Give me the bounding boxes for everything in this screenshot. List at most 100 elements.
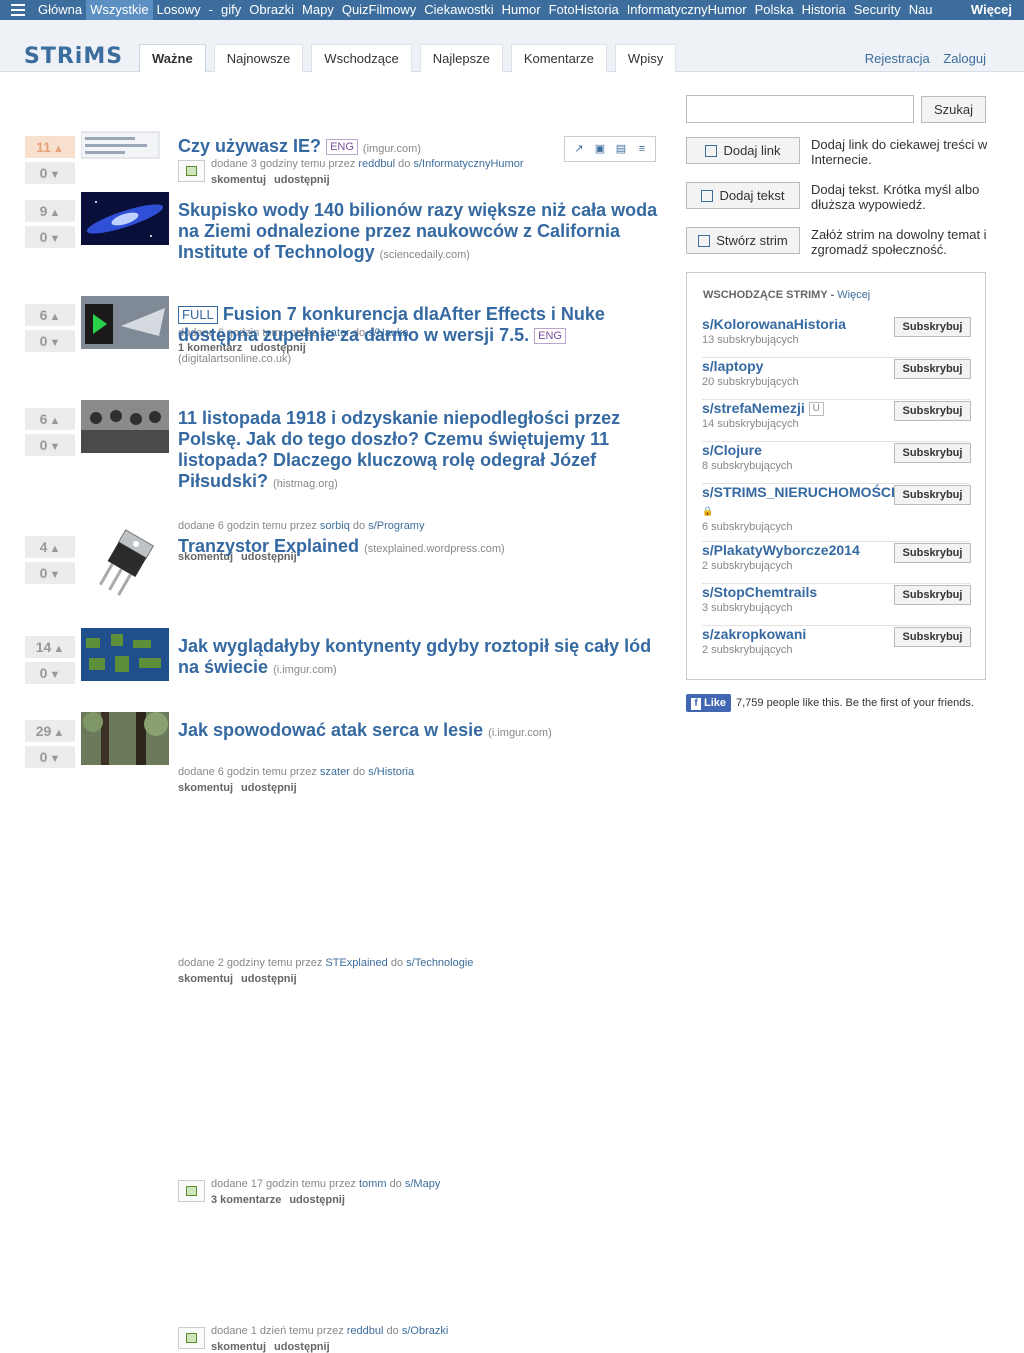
author-link[interactable]: tomm (359, 1178, 387, 1190)
comments-link[interactable]: skomentuj (178, 973, 233, 985)
post-title-link[interactable]: 11 listopada 1918 i odzyskanie niepodleg… (178, 408, 620, 491)
strim-name-link[interactable]: s/KolorowanaHistoria (702, 316, 882, 333)
post-thumbnail[interactable] (81, 400, 169, 453)
strim-name-link[interactable]: s/laptopy (702, 358, 882, 375)
strim-name-link[interactable]: s/StopChemtrails (702, 584, 882, 601)
top-nav-item[interactable]: Security (850, 0, 905, 20)
embed-toggle-button[interactable] (178, 1180, 205, 1202)
subscribe-button[interactable]: Subskrybuj (894, 627, 971, 647)
facebook-like-button[interactable]: f Like (686, 694, 732, 712)
post-thumbnail[interactable] (81, 192, 169, 245)
author-link[interactable]: STExplained (325, 957, 387, 969)
top-nav-item[interactable]: Nau (905, 0, 937, 20)
comments-link[interactable]: skomentuj (211, 174, 266, 186)
post-title-link[interactable]: Jak wyglądałyby kontynenty gdyby roztopi… (178, 636, 651, 677)
film-icon[interactable]: ▤ (615, 143, 627, 155)
top-nav-item[interactable]: InformatycznyHumor (623, 0, 751, 20)
subscribe-button[interactable]: Subskrybuj (894, 359, 971, 379)
author-link[interactable]: reddbul (358, 158, 395, 170)
subscribe-button[interactable]: Subskrybuj (894, 585, 971, 605)
post-title-link[interactable]: Czy używasz IE? (178, 136, 321, 156)
top-nav-item[interactable]: QuizFilmowy (338, 0, 420, 20)
embed-toggle-button[interactable] (178, 1327, 205, 1349)
post-thumbnail[interactable] (81, 528, 169, 598)
subscribe-button[interactable]: Subskrybuj (894, 443, 971, 463)
upvote-button[interactable]: 4 ▲ (25, 536, 75, 558)
subscribe-button[interactable]: Subskrybuj (894, 317, 971, 337)
tab-wpisy[interactable]: Wpisy (614, 44, 677, 72)
top-nav-item[interactable]: Ciekawostki (420, 0, 497, 20)
top-nav-more[interactable]: Więcej (958, 0, 1024, 20)
login-link[interactable]: Zaloguj (943, 51, 986, 66)
strim-name-link[interactable]: s/zakropkowani (702, 626, 882, 643)
external-link-icon[interactable]: ↗ (573, 143, 585, 155)
post-thumbnail[interactable] (81, 712, 169, 765)
add-text-button[interactable]: Dodaj tekst (686, 182, 800, 209)
share-link[interactable]: udostępnij (274, 1341, 330, 1353)
strim-link[interactable]: s/Mapy (405, 1178, 440, 1190)
author-link[interactable]: reddbul (347, 1325, 384, 1337)
top-nav-item[interactable]: gify (217, 0, 245, 20)
top-nav-item[interactable]: Obrazki (245, 0, 298, 20)
embed-toggle-button[interactable] (178, 160, 205, 182)
share-link[interactable]: udostępnij (241, 973, 297, 985)
tab-najnowsze[interactable]: Najnowsze (213, 44, 304, 72)
strim-name-link[interactable]: s/strefaNemezji U (702, 400, 882, 417)
site-logo[interactable]: STRiMS (24, 44, 123, 69)
text-icon[interactable]: ≡ (636, 143, 648, 155)
comments-link[interactable]: skomentuj (211, 1341, 266, 1353)
upvote-button[interactable]: 6 ▲ (25, 304, 75, 326)
search-button[interactable]: Szukaj (921, 96, 986, 123)
upvote-button[interactable]: 29 ▲ (25, 720, 75, 742)
share-link[interactable]: udostępnij (241, 782, 297, 794)
top-nav-item[interactable]: Historia (798, 0, 850, 20)
strim-link[interactable]: s/Obrazki (402, 1325, 448, 1337)
downvote-button[interactable]: 0 ▼ (25, 662, 75, 684)
post-title-link[interactable]: Tranzystor Explained (178, 536, 359, 556)
comments-link[interactable]: 3 komentarze (211, 1194, 281, 1206)
tab-najlepsze[interactable]: Najlepsze (419, 44, 503, 72)
strim-link[interactable]: s/Technologie (406, 957, 473, 969)
strim-name-link[interactable]: s/PlakatyWyborcze2014 (702, 542, 882, 559)
downvote-button[interactable]: 0 ▼ (25, 434, 75, 456)
post-thumbnail[interactable] (81, 296, 169, 349)
author-link[interactable]: sorbiq (320, 520, 350, 532)
top-nav-item[interactable]: Losowy (153, 0, 205, 20)
top-nav-item[interactable]: FotoHistoria (545, 0, 623, 20)
tab-wschodzące[interactable]: Wschodzące (311, 44, 412, 72)
rising-strims-more-link[interactable]: Więcej (837, 289, 870, 301)
comments-link[interactable]: skomentuj (178, 782, 233, 794)
upvote-button[interactable]: 9 ▲ (25, 200, 75, 222)
upvote-button[interactable]: 11 ▲ (25, 136, 75, 158)
downvote-button[interactable]: 0 ▼ (25, 746, 75, 768)
top-nav-item[interactable]: Wszystkie (86, 0, 153, 20)
post-title-link[interactable]: Jak spowodować atak serca w lesie (178, 720, 483, 740)
menu-icon[interactable] (11, 4, 25, 16)
top-nav-item[interactable]: - (205, 0, 217, 20)
subscribe-button[interactable]: Subskrybuj (894, 485, 971, 505)
top-nav-item[interactable]: Humor (498, 0, 545, 20)
strim-link[interactable]: s/InformatycznyHumor (413, 158, 523, 170)
upvote-button[interactable]: 6 ▲ (25, 408, 75, 430)
subscribe-button[interactable]: Subskrybuj (894, 543, 971, 563)
search-input[interactable] (686, 95, 914, 123)
add-link-button[interactable]: Dodaj link (686, 137, 800, 164)
media-icon[interactable]: ▣ (594, 143, 606, 155)
tab-komentarze[interactable]: Komentarze (510, 44, 607, 72)
subscribe-button[interactable]: Subskrybuj (894, 401, 971, 421)
strim-name-link[interactable]: s/Clojure (702, 442, 882, 459)
downvote-button[interactable]: 0 ▼ (25, 162, 75, 184)
top-nav-item[interactable]: Polska (751, 0, 798, 20)
strim-link[interactable]: s/Programy (368, 520, 424, 532)
create-strim-button[interactable]: Stwórz strim (686, 227, 800, 254)
register-link[interactable]: Rejestracja (865, 51, 930, 66)
top-nav-item[interactable]: Mapy (298, 0, 338, 20)
share-link[interactable]: udostępnij (274, 174, 330, 186)
downvote-button[interactable]: 0 ▼ (25, 330, 75, 352)
downvote-button[interactable]: 0 ▼ (25, 226, 75, 248)
share-link[interactable]: udostępnij (289, 1194, 345, 1206)
downvote-button[interactable]: 0 ▼ (25, 562, 75, 584)
tab-ważne[interactable]: Ważne (139, 44, 206, 72)
strim-name-link[interactable]: s/STRIMS_NIERUCHOMOŚCI 🔒 (702, 484, 895, 520)
post-thumbnail[interactable] (81, 128, 169, 181)
